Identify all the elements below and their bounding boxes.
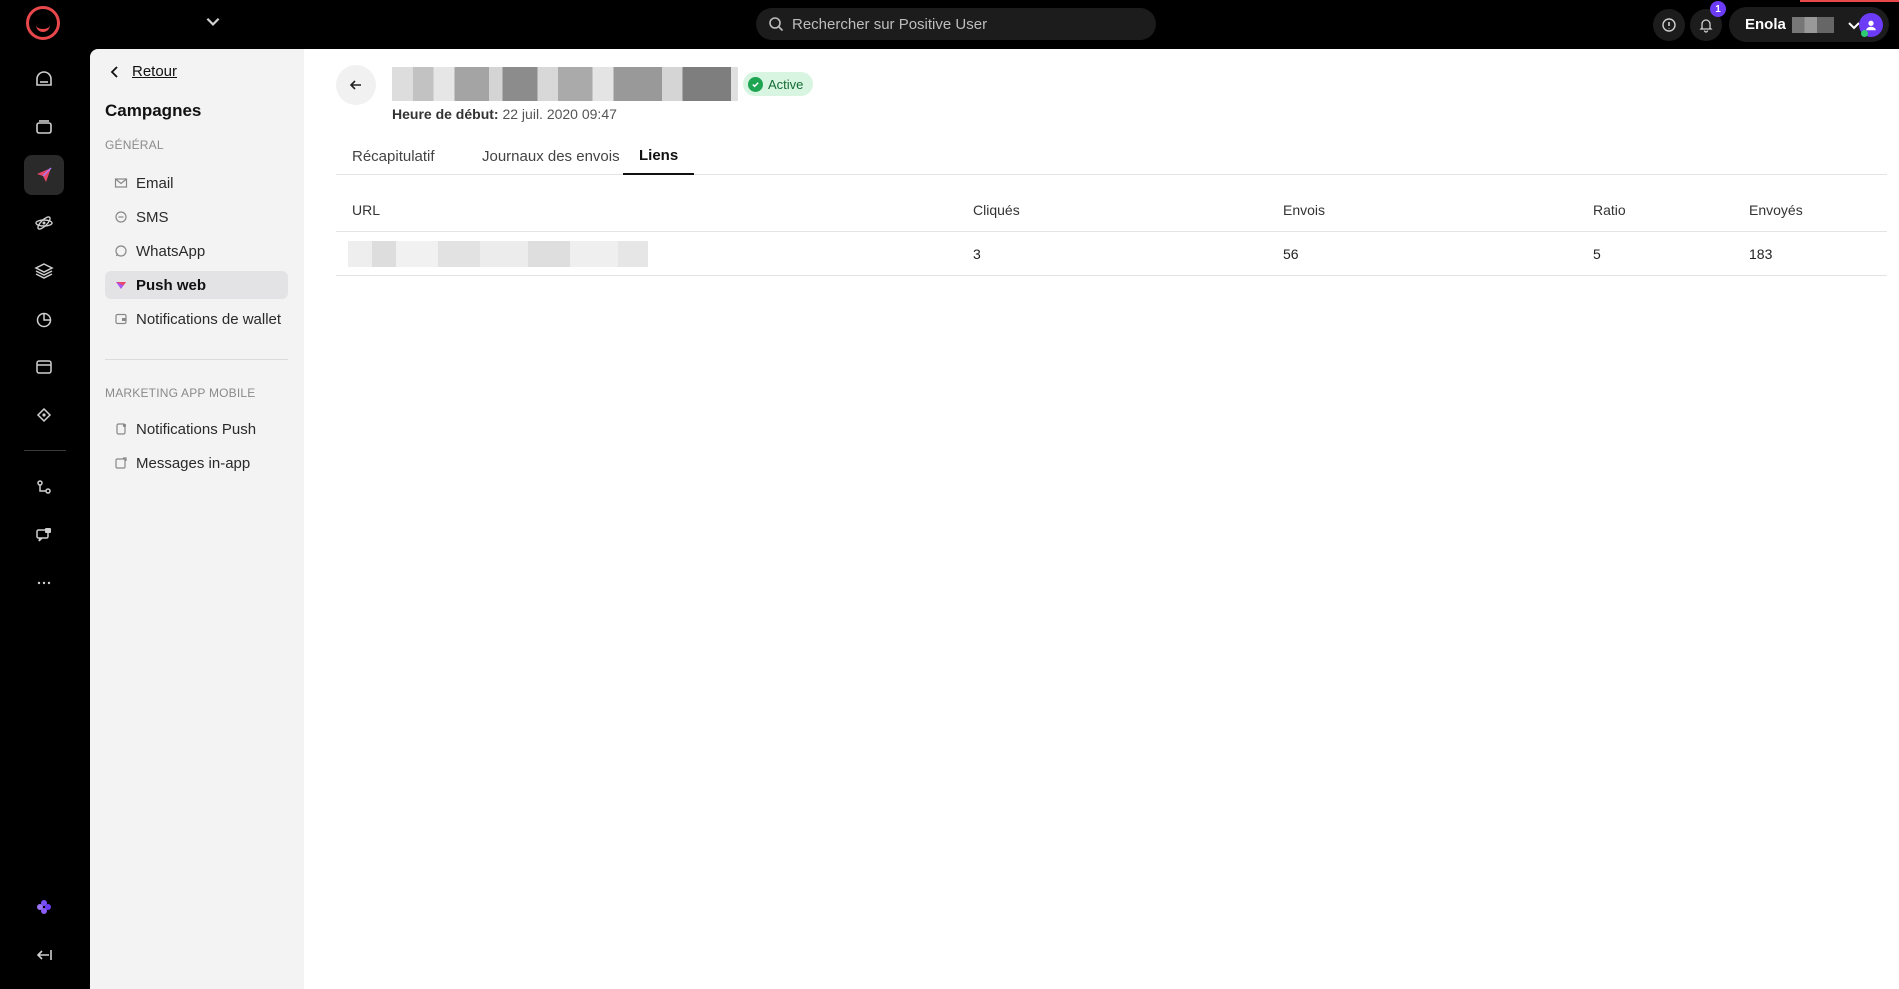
- sidebar-item-wallet[interactable]: Notifications de wallet: [105, 305, 288, 333]
- rail-divider: [24, 450, 66, 451]
- rail-loyalty[interactable]: [24, 395, 64, 435]
- column-header-sends[interactable]: Envois: [1283, 188, 1325, 232]
- column-header-sent[interactable]: Envoyés: [1749, 188, 1803, 232]
- info-icon: [1662, 18, 1676, 32]
- check-circle-icon: [748, 76, 763, 92]
- back-link-label: Retour: [132, 63, 178, 80]
- sidebar-title: Campagnes: [105, 101, 202, 120]
- notification-count-badge: 1: [1710, 1, 1726, 17]
- url-redacted: [348, 241, 648, 267]
- user-lastname-redacted: [1791, 16, 1834, 33]
- workflow-icon: [37, 480, 51, 494]
- start-time-label: Heure de début:: [392, 106, 499, 122]
- sidebar-item-mobile-push[interactable]: Notifications Push: [105, 415, 288, 443]
- campaigns-sidebar: Retour Campagnes GÉNÉRAL Email SMS Whats…: [90, 49, 304, 989]
- section-label-mobile: MARKETING APP MOBILE: [105, 386, 256, 400]
- sms-bubble-icon: [115, 211, 127, 223]
- tag-heart-icon: [36, 407, 52, 423]
- rail-web[interactable]: [24, 347, 64, 387]
- search-icon: [769, 17, 784, 32]
- notifications-button[interactable]: 1: [1690, 1, 1726, 41]
- rail-integrations[interactable]: [24, 467, 64, 507]
- apps-grid-icon: [37, 900, 51, 914]
- browser-window-icon: [36, 360, 52, 374]
- wallet-icon: [115, 313, 127, 325]
- atom-icon: [35, 216, 53, 230]
- column-header-clicked[interactable]: Cliqués: [973, 188, 1020, 232]
- sidebar-item-email[interactable]: Email: [105, 169, 288, 197]
- rail-more[interactable]: [24, 563, 64, 603]
- campaign-title-redacted: [392, 67, 738, 101]
- brand-logo-icon[interactable]: [26, 6, 60, 40]
- collapse-arrow-icon: [36, 950, 52, 960]
- clicked-cell: 3: [973, 246, 981, 262]
- section-label-general: GÉNÉRAL: [105, 138, 164, 152]
- tab-links[interactable]: Liens: [623, 137, 695, 175]
- sidebar-item-whatsapp[interactable]: WhatsApp: [105, 237, 288, 265]
- more-dots-icon: [37, 581, 51, 585]
- rail-contacts[interactable]: [24, 107, 64, 147]
- tab-send-logs[interactable]: Journaux des envois: [466, 137, 636, 175]
- main-content: Active Heure de début: 22 juil. 2020 09:…: [304, 49, 1899, 989]
- rail-content[interactable]: [24, 251, 64, 291]
- envelope-icon: [114, 178, 128, 188]
- search-input[interactable]: [792, 15, 1132, 33]
- ratio-cell: 5: [1593, 246, 1601, 262]
- sends-cell: 56: [1283, 246, 1299, 262]
- rail-campaigns[interactable]: [24, 155, 64, 195]
- whatsapp-icon: [115, 245, 127, 257]
- sidebar-item-in-app[interactable]: Messages in-app: [105, 449, 288, 477]
- status-label: Active: [768, 76, 804, 92]
- push-web-icon: [116, 282, 126, 289]
- layers-icon: [34, 263, 54, 279]
- top-bar: 1 Enola: [0, 0, 1899, 49]
- chat-icon: [36, 528, 51, 542]
- column-header-ratio[interactable]: Ratio: [1593, 188, 1626, 232]
- rail-automation[interactable]: [24, 203, 64, 243]
- back-link[interactable]: Retour: [108, 63, 177, 80]
- rail-apps[interactable]: [24, 887, 64, 927]
- chevron-left-icon: [110, 65, 118, 78]
- in-app-message-icon: [115, 457, 127, 469]
- home-icon: [36, 71, 52, 86]
- pie-chart-icon: [36, 312, 52, 328]
- rail-conversations[interactable]: [24, 515, 64, 555]
- column-header-url[interactable]: URL: [352, 188, 380, 232]
- sidebar-item-sms[interactable]: SMS: [105, 203, 288, 231]
- arrow-left-icon: [349, 80, 361, 90]
- start-time-value: 22 juil. 2020 09:47: [502, 106, 617, 122]
- main-rail: [0, 49, 90, 989]
- campaign-tabs: Récapitulatif Journaux des envois Liens: [336, 137, 1887, 175]
- avatar[interactable]: [1859, 13, 1883, 37]
- tab-summary[interactable]: Récapitulatif: [336, 137, 451, 175]
- back-button[interactable]: [336, 65, 376, 105]
- table-row[interactable]: 3 56 5 183: [336, 232, 1887, 276]
- rail-reports[interactable]: [24, 299, 64, 339]
- top-accent-line: [1800, 0, 1899, 2]
- org-switcher-chevron-icon[interactable]: [204, 12, 222, 30]
- status-badge: Active: [743, 72, 814, 96]
- paper-plane-icon: [37, 167, 52, 182]
- user-name: Enola: [1745, 16, 1786, 33]
- sidebar-divider: [105, 359, 288, 360]
- links-table: URL Cliqués Envois Ratio Envoyés 3 56 5 …: [336, 188, 1887, 276]
- sent-cell: 183: [1749, 246, 1773, 262]
- global-search[interactable]: [756, 8, 1156, 40]
- folders-icon: [36, 120, 52, 134]
- rail-collapse[interactable]: [24, 935, 64, 975]
- bell-icon: [1699, 19, 1713, 33]
- sidebar-item-push-web[interactable]: Push web: [105, 271, 288, 299]
- online-status-dot: [1861, 30, 1868, 37]
- url-cell[interactable]: [348, 232, 648, 276]
- rail-home[interactable]: [24, 59, 64, 99]
- mobile-push-icon: [116, 423, 127, 435]
- start-time: Heure de début: 22 juil. 2020 09:47: [392, 106, 617, 122]
- help-button[interactable]: [1653, 9, 1685, 41]
- user-menu[interactable]: Enola: [1729, 7, 1889, 42]
- table-header: URL Cliqués Envois Ratio Envoyés: [336, 188, 1887, 232]
